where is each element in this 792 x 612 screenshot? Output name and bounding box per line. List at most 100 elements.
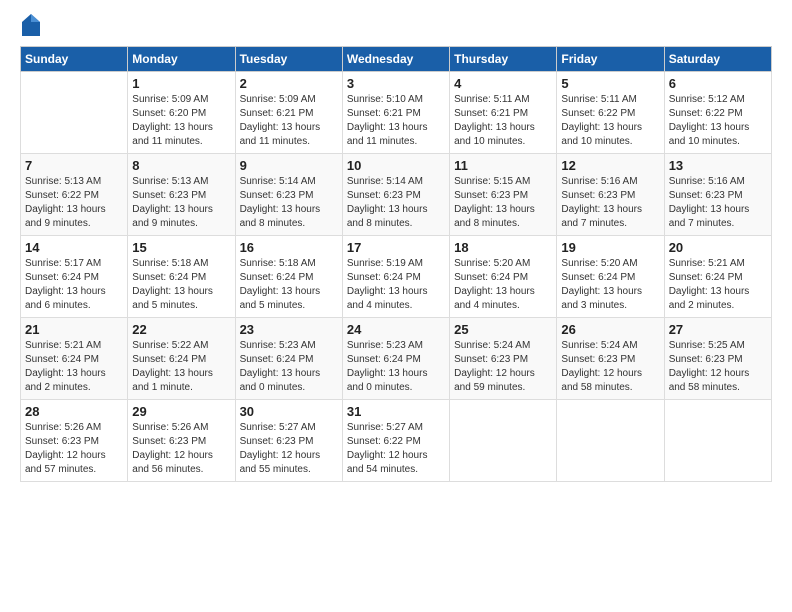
day-info: Sunrise: 5:25 AM Sunset: 6:23 PM Dayligh… (669, 339, 767, 395)
day-cell: 30 Sunrise: 5:27 AM Sunset: 6:23 PM Dayli… (235, 400, 342, 482)
day-number: 20 (669, 240, 767, 255)
day-info: Sunrise: 5:09 AM Sunset: 6:20 PM Dayligh… (132, 93, 230, 149)
day-info: Sunrise: 5:20 AM Sunset: 6:24 PM Dayligh… (561, 257, 659, 313)
day-number: 25 (454, 322, 552, 337)
day-cell: 18 Sunrise: 5:20 AM Sunset: 6:24 PM Dayli… (450, 236, 557, 318)
day-info: Sunrise: 5:13 AM Sunset: 6:22 PM Dayligh… (25, 175, 123, 231)
day-cell: 19 Sunrise: 5:20 AM Sunset: 6:24 PM Dayli… (557, 236, 664, 318)
day-cell: 21 Sunrise: 5:21 AM Sunset: 6:24 PM Dayli… (21, 318, 128, 400)
day-info: Sunrise: 5:21 AM Sunset: 6:24 PM Dayligh… (669, 257, 767, 313)
page: SundayMondayTuesdayWednesdayThursdayFrid… (0, 0, 792, 492)
day-info: Sunrise: 5:24 AM Sunset: 6:23 PM Dayligh… (561, 339, 659, 395)
day-cell: 5 Sunrise: 5:11 AM Sunset: 6:22 PM Daylig… (557, 72, 664, 154)
day-info: Sunrise: 5:15 AM Sunset: 6:23 PM Dayligh… (454, 175, 552, 231)
day-number: 13 (669, 158, 767, 173)
day-number: 24 (347, 322, 445, 337)
day-cell: 14Sunrise: 5:17 AM Sunset: 6:24 PM Dayli… (21, 236, 128, 318)
day-cell: 7 Sunrise: 5:13 AM Sunset: 6:22 PM Daylig… (21, 154, 128, 236)
day-cell: 9Sunrise: 5:14 AM Sunset: 6:23 PM Daylig… (235, 154, 342, 236)
day-number: 17 (347, 240, 445, 255)
day-cell (450, 400, 557, 482)
day-info: Sunrise: 5:11 AM Sunset: 6:22 PM Dayligh… (561, 93, 659, 149)
day-cell: 15 Sunrise: 5:18 AM Sunset: 6:24 PM Dayli… (128, 236, 235, 318)
day-number: 29 (132, 404, 230, 419)
col-header-wednesday: Wednesday (342, 47, 449, 72)
day-info: Sunrise: 5:26 AM Sunset: 6:23 PM Dayligh… (132, 421, 230, 477)
day-cell: 20 Sunrise: 5:21 AM Sunset: 6:24 PM Dayli… (664, 236, 771, 318)
day-cell: 26 Sunrise: 5:24 AM Sunset: 6:23 PM Dayli… (557, 318, 664, 400)
day-number: 2 (240, 76, 338, 91)
logo (20, 16, 40, 36)
day-cell: 1 Sunrise: 5:09 AM Sunset: 6:20 PM Daylig… (128, 72, 235, 154)
day-cell: 12Sunrise: 5:16 AM Sunset: 6:23 PM Dayli… (557, 154, 664, 236)
day-info: Sunrise: 5:14 AM Sunset: 6:23 PM Dayligh… (240, 175, 338, 231)
day-cell (664, 400, 771, 482)
day-cell: 22 Sunrise: 5:22 AM Sunset: 6:24 PM Dayli… (128, 318, 235, 400)
col-header-thursday: Thursday (450, 47, 557, 72)
day-number: 1 (132, 76, 230, 91)
week-row-5: 28 Sunrise: 5:26 AM Sunset: 6:23 PM Dayli… (21, 400, 772, 482)
day-cell: 6Sunrise: 5:12 AM Sunset: 6:22 PM Daylig… (664, 72, 771, 154)
day-cell: 16Sunrise: 5:18 AM Sunset: 6:24 PM Dayli… (235, 236, 342, 318)
day-cell: 13 Sunrise: 5:16 AM Sunset: 6:23 PM Dayli… (664, 154, 771, 236)
week-row-4: 21 Sunrise: 5:21 AM Sunset: 6:24 PM Dayli… (21, 318, 772, 400)
day-info: Sunrise: 5:18 AM Sunset: 6:24 PM Dayligh… (132, 257, 230, 313)
day-info: Sunrise: 5:18 AM Sunset: 6:24 PM Dayligh… (240, 257, 338, 313)
day-number: 4 (454, 76, 552, 91)
col-header-saturday: Saturday (664, 47, 771, 72)
day-info: Sunrise: 5:21 AM Sunset: 6:24 PM Dayligh… (25, 339, 123, 395)
day-info: Sunrise: 5:22 AM Sunset: 6:24 PM Dayligh… (132, 339, 230, 395)
day-info: Sunrise: 5:16 AM Sunset: 6:23 PM Dayligh… (561, 175, 659, 231)
day-cell: 4 Sunrise: 5:11 AM Sunset: 6:21 PM Daylig… (450, 72, 557, 154)
week-row-3: 14Sunrise: 5:17 AM Sunset: 6:24 PM Dayli… (21, 236, 772, 318)
day-info: Sunrise: 5:16 AM Sunset: 6:23 PM Dayligh… (669, 175, 767, 231)
day-info: Sunrise: 5:10 AM Sunset: 6:21 PM Dayligh… (347, 93, 445, 149)
col-header-friday: Friday (557, 47, 664, 72)
day-cell: 17Sunrise: 5:19 AM Sunset: 6:24 PM Dayli… (342, 236, 449, 318)
day-info: Sunrise: 5:23 AM Sunset: 6:24 PM Dayligh… (240, 339, 338, 395)
day-number: 11 (454, 158, 552, 173)
day-cell: 10 Sunrise: 5:14 AM Sunset: 6:23 PM Dayli… (342, 154, 449, 236)
day-number: 28 (25, 404, 123, 419)
header (20, 16, 772, 36)
day-number: 22 (132, 322, 230, 337)
day-number: 10 (347, 158, 445, 173)
day-cell: 8 Sunrise: 5:13 AM Sunset: 6:23 PM Daylig… (128, 154, 235, 236)
day-cell: 29 Sunrise: 5:26 AM Sunset: 6:23 PM Dayli… (128, 400, 235, 482)
day-number: 14 (25, 240, 123, 255)
day-info: Sunrise: 5:14 AM Sunset: 6:23 PM Dayligh… (347, 175, 445, 231)
week-row-2: 7 Sunrise: 5:13 AM Sunset: 6:22 PM Daylig… (21, 154, 772, 236)
day-cell: 31 Sunrise: 5:27 AM Sunset: 6:22 PM Dayli… (342, 400, 449, 482)
day-info: Sunrise: 5:12 AM Sunset: 6:22 PM Dayligh… (669, 93, 767, 149)
header-row: SundayMondayTuesdayWednesdayThursdayFrid… (21, 47, 772, 72)
day-info: Sunrise: 5:27 AM Sunset: 6:23 PM Dayligh… (240, 421, 338, 477)
day-cell (21, 72, 128, 154)
week-row-1: 1 Sunrise: 5:09 AM Sunset: 6:20 PM Daylig… (21, 72, 772, 154)
col-header-tuesday: Tuesday (235, 47, 342, 72)
day-cell: 3 Sunrise: 5:10 AM Sunset: 6:21 PM Daylig… (342, 72, 449, 154)
day-info: Sunrise: 5:20 AM Sunset: 6:24 PM Dayligh… (454, 257, 552, 313)
day-number: 5 (561, 76, 659, 91)
day-number: 26 (561, 322, 659, 337)
day-number: 3 (347, 76, 445, 91)
day-info: Sunrise: 5:11 AM Sunset: 6:21 PM Dayligh… (454, 93, 552, 149)
day-cell: 27Sunrise: 5:25 AM Sunset: 6:23 PM Dayli… (664, 318, 771, 400)
col-header-monday: Monday (128, 47, 235, 72)
day-number: 18 (454, 240, 552, 255)
day-number: 7 (25, 158, 123, 173)
day-cell: 2Sunrise: 5:09 AM Sunset: 6:21 PM Daylig… (235, 72, 342, 154)
day-number: 31 (347, 404, 445, 419)
day-info: Sunrise: 5:24 AM Sunset: 6:23 PM Dayligh… (454, 339, 552, 395)
day-cell (557, 400, 664, 482)
col-header-sunday: Sunday (21, 47, 128, 72)
day-number: 21 (25, 322, 123, 337)
day-number: 8 (132, 158, 230, 173)
day-info: Sunrise: 5:23 AM Sunset: 6:24 PM Dayligh… (347, 339, 445, 395)
day-info: Sunrise: 5:13 AM Sunset: 6:23 PM Dayligh… (132, 175, 230, 231)
day-number: 23 (240, 322, 338, 337)
day-info: Sunrise: 5:27 AM Sunset: 6:22 PM Dayligh… (347, 421, 445, 477)
day-number: 30 (240, 404, 338, 419)
day-cell: 25 Sunrise: 5:24 AM Sunset: 6:23 PM Dayli… (450, 318, 557, 400)
day-number: 15 (132, 240, 230, 255)
day-number: 19 (561, 240, 659, 255)
